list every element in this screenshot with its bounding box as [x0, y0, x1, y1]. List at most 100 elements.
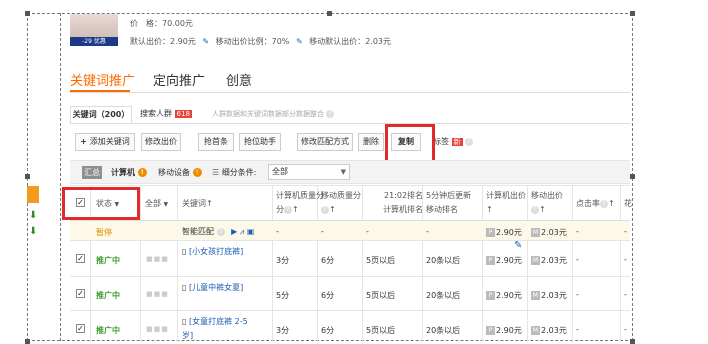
mobile-rank-header: 5分钟后更新 移动排名	[426, 191, 472, 214]
price-label: 价 格：	[130, 19, 162, 28]
subtab-search-crowd[interactable]: 搜索人群 618	[140, 108, 192, 119]
pc-bid-header[interactable]: 计算机出价 ↑	[486, 189, 526, 217]
row-pc-bid[interactable]: P 2.90元	[486, 290, 522, 301]
row-divider	[70, 240, 630, 241]
pc-rank-header: 21:02排名 计算机排名	[383, 191, 424, 214]
keyword-column-header[interactable]: 关键词↑	[182, 198, 213, 209]
sort-arrow-icon: ↑	[329, 205, 336, 214]
phone-icon: ▯	[182, 247, 187, 256]
table-header-top	[70, 185, 630, 186]
resize-handle-right[interactable]	[630, 174, 635, 179]
col-divider	[620, 185, 621, 342]
row-mobile-bid[interactable]: M 2.03元	[531, 325, 567, 336]
grab-helper-button[interactable]: 抢位助手	[239, 133, 281, 151]
group-pc-bid[interactable]: P 2.90元	[486, 227, 522, 238]
help-icon[interactable]: ?	[216, 227, 225, 236]
row-mobile-rank: 20条以后	[426, 291, 461, 300]
tab-targeted-promotion[interactable]: 定向推广	[153, 70, 205, 89]
computer-info-icon: !	[137, 168, 147, 177]
sort-arrow-icon: ↑	[206, 199, 213, 208]
resize-handle-bottom-left[interactable]	[25, 339, 30, 344]
row-mobile-quality: 6分	[321, 291, 335, 300]
sidebar-arrow-down-icon-2[interactable]: ⬇	[29, 226, 37, 237]
play-icon[interactable]: ▶	[231, 227, 237, 236]
mobile-filter-button[interactable]: 移动设备 !	[158, 167, 202, 178]
tag-button[interactable]: 标签 新 ?	[433, 136, 474, 147]
chart-icon[interactable]: ⩘	[240, 227, 245, 236]
help-icon[interactable]: ?	[326, 110, 335, 118]
resize-handle-top-right[interactable]	[630, 11, 635, 16]
mobile-badge-icon: M	[531, 291, 540, 300]
sidebar-accent-tab[interactable]	[27, 186, 39, 203]
edit-default-bid-icon[interactable]: ✎	[202, 37, 209, 46]
price-value: 70.00元	[162, 19, 193, 28]
mobile-quality-header[interactable]: 移动质量分? ↑	[321, 189, 361, 217]
group-mobile-bid[interactable]: M 2.03元	[531, 227, 567, 238]
help-icon[interactable]: ?	[321, 205, 329, 214]
all-chevron-icon: ▼	[163, 201, 169, 208]
mobile-bid-header[interactable]: 移动出价? ↑	[531, 189, 563, 217]
pc-badge-icon: P	[486, 256, 495, 265]
delete-button[interactable]: 删除	[358, 133, 384, 151]
row-status-dots: ■■■	[146, 290, 169, 298]
row-checkbox[interactable]: ✓	[76, 289, 85, 298]
row-keyword[interactable]: ▯ [小女孩打底裤]	[182, 245, 252, 259]
edit-match-button[interactable]: 修改匹配方式	[297, 133, 353, 151]
mobile-default-label: 移动默认出价：	[309, 37, 366, 46]
pc-badge-icon: P	[486, 326, 495, 335]
edit-mobile-ratio-icon[interactable]: ✎	[296, 37, 303, 46]
help-icon[interactable]: ?	[284, 205, 292, 214]
subdivision-label: ☰ 细分条件:	[212, 168, 257, 177]
row-keyword[interactable]: ▯ [女童打底裤 2-5岁]	[182, 315, 252, 343]
row-pc-rank: 5页以后	[366, 291, 396, 300]
edit-bid-pencil-icon[interactable]: ✎	[514, 240, 522, 251]
tag-help-icon[interactable]: ?	[465, 137, 474, 146]
sort-arrow-icon: ↑	[608, 199, 615, 208]
screenshot-canvas: ⬇ ⬇ -29 优惠 价 格：70.00元 默认出价：2.90元 ✎ 移动出价比…	[0, 0, 708, 344]
report-icon[interactable]: ▣	[247, 227, 255, 236]
resize-handle-top[interactable]	[327, 11, 332, 16]
cost-header[interactable]: 花	[624, 198, 632, 209]
help-icon[interactable]: ?	[600, 199, 608, 208]
plus-icon: +	[80, 137, 90, 146]
row-pc-quality: 3分	[276, 256, 290, 265]
sidebar-arrow-down-icon[interactable]: ⬇	[29, 210, 37, 221]
tab-keyword-promotion[interactable]: 关键词推广	[70, 70, 135, 89]
row-mobile-quality: 6分	[321, 326, 335, 335]
group-pc-quality: -	[276, 227, 279, 236]
summary-filter-button[interactable]: 汇总	[82, 166, 102, 179]
subdivision-select[interactable]: 全部 ▼	[268, 164, 350, 180]
add-keyword-button[interactable]: + 添加关键词	[75, 133, 135, 151]
row-mobile-bid[interactable]: M 2.03元	[531, 255, 567, 266]
pc-badge-icon: P	[486, 228, 495, 237]
pc-quality-header[interactable]: 计算机质量分分? ↑	[276, 189, 324, 217]
tab-creative[interactable]: 创意	[226, 70, 252, 89]
row-checkbox[interactable]: ✓	[76, 254, 85, 263]
crowd-badge: 618	[174, 110, 192, 118]
grab-first-button[interactable]: 抢首条	[198, 133, 234, 151]
default-bid-label: 默认出价：	[130, 37, 170, 46]
ctr-header[interactable]: 点击率? ↑	[576, 198, 615, 209]
sort-arrow-icon: ↑	[539, 205, 546, 214]
row-pc-bid[interactable]: P 2.90元	[486, 325, 522, 336]
edit-bid-button[interactable]: 修改出价	[141, 133, 181, 151]
subtab-keywords[interactable]: 关键词（200）	[70, 106, 132, 124]
row-ctr: -	[576, 290, 579, 299]
col-divider	[362, 185, 363, 342]
row-checkbox[interactable]: ✓	[76, 324, 85, 333]
resize-handle-bottom-right[interactable]	[630, 339, 635, 344]
row-mobile-bid[interactable]: M 2.03元	[531, 290, 567, 301]
row-keyword[interactable]: ▯ [儿童中裤女夏]	[182, 281, 252, 295]
resize-handle-left[interactable]	[25, 174, 30, 179]
computer-filter-button[interactable]: 计算机 !	[111, 167, 147, 178]
row-status: 推广中	[96, 326, 120, 335]
row-pc-rank: 5页以后	[366, 326, 396, 335]
resize-handle-top-left[interactable]	[25, 11, 30, 16]
help-icon[interactable]: ?	[531, 205, 539, 214]
subtab-crowd-label: 搜索人群	[140, 109, 172, 118]
all-column-header[interactable]: 全部 ▼	[145, 198, 168, 209]
row-pc-bid[interactable]: P 2.90元	[486, 255, 522, 266]
subtabs-divider	[70, 123, 630, 124]
row-pc-quality: 5分	[276, 291, 290, 300]
pc-badge-icon: P	[486, 291, 495, 300]
